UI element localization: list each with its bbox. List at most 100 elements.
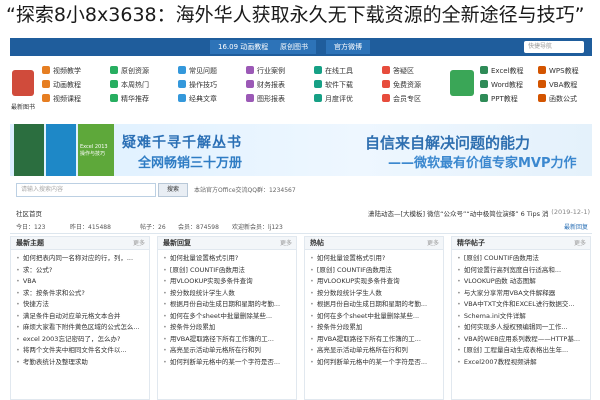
list-item[interactable]: 考勤表统计及整理求助 xyxy=(16,357,145,369)
list-item[interactable]: 满足条件自动对应单元格文本合并 xyxy=(16,311,145,323)
shirt-icon xyxy=(450,70,474,96)
list-item[interactable]: VBA中TXT文件和EXCEL进行数据交... xyxy=(457,299,586,311)
nav-group-4: 行业案例 财务报表 图形报表 xyxy=(246,64,285,106)
list-item[interactable]: [原创] 工程量自动生成表格出生年... xyxy=(457,345,586,357)
list-item[interactable]: 如何批量设置格式引用? xyxy=(310,253,439,265)
more-link[interactable]: 更多 xyxy=(280,237,292,250)
nav-link[interactable]: 本周热门 xyxy=(110,78,149,92)
search-input[interactable]: 请输入搜索内容 xyxy=(16,183,156,197)
nav-link[interactable]: 行业案例 xyxy=(246,64,285,78)
nav-group-8: WPS教程 VBA教程 函数公式 xyxy=(538,64,579,106)
stat-today: 今日：123 xyxy=(16,224,46,231)
list-item[interactable]: 如何判断单元格中的某一个字符是否... xyxy=(310,357,439,369)
list-item[interactable]: 求：按条件求和公式? xyxy=(16,288,145,300)
nav-link[interactable]: 会员专区 xyxy=(382,92,421,106)
quick-nav-dropdown[interactable]: 快捷导航 xyxy=(524,41,584,53)
list-item[interactable]: 如何把表内同一名称对应的行，列，... xyxy=(16,253,145,265)
column-latest-topics: 最新主题 更多 如何把表内同一名称对应的行，列，... 求：公式? VBA 求：按… xyxy=(10,236,150,400)
list-item[interactable]: Excel2007教程视频讲解 xyxy=(457,357,586,369)
nav-link[interactable]: 图形报表 xyxy=(246,92,285,106)
nav-link[interactable]: 原创资源 xyxy=(110,64,149,78)
list-item[interactable]: 将两个文件夹中相同文件名文件以... xyxy=(16,345,145,357)
nav-link[interactable]: 常见问题 xyxy=(178,64,217,78)
list-item[interactable]: 高亮显示活动单元格所在行和列 xyxy=(163,345,292,357)
nav-link[interactable]: Excel教程 xyxy=(480,64,524,78)
list-item[interactable]: 根据月份自动生成日期和星期的考勤... xyxy=(163,299,292,311)
more-link[interactable]: 更多 xyxy=(427,237,439,250)
column-title: 热帖 xyxy=(310,239,324,247)
nav-link[interactable]: 经典文章 xyxy=(178,92,217,106)
nav-link[interactable]: 动画教程 xyxy=(42,78,81,92)
banner-slogan-3: 自信来自解决问题的能力 xyxy=(365,134,531,152)
tab-original-books[interactable]: 原创图书 xyxy=(272,40,316,54)
list-item[interactable]: 按分数段统计学生人数 xyxy=(163,288,292,300)
nav-link[interactable]: PPT教程 xyxy=(480,92,524,106)
list-item[interactable]: 如何设置行高列宽度自行适高和... xyxy=(457,265,586,277)
list-item[interactable]: 用VBA提取路径下所有工作簿的工... xyxy=(163,334,292,346)
nav-group-6: 答疑区 免费资源 会员专区 xyxy=(382,64,421,106)
column-header: 最新回复 更多 xyxy=(158,237,296,250)
list-item[interactable]: 如何批量设置格式引用? xyxy=(163,253,292,265)
list-item[interactable]: 用VLOOKUP实现多条件查询 xyxy=(310,276,439,288)
nav-link[interactable]: 视频课程 xyxy=(42,92,81,106)
list-item[interactable]: VBA xyxy=(16,276,145,288)
tab-animation-tutorials[interactable]: 16.09 动画教程 xyxy=(210,40,277,54)
list-item[interactable]: 按分数段统计学生人数 xyxy=(310,288,439,300)
nav-group-1: 视频教学 动画教程 视频课程 xyxy=(42,64,81,106)
list-item[interactable]: VLOOKUP函数 动态图解 xyxy=(457,276,586,288)
nav-link[interactable]: 月度评优 xyxy=(314,92,353,106)
book-cover-1 xyxy=(14,124,44,176)
nav-link[interactable]: VBA教程 xyxy=(538,78,579,92)
nav-link[interactable]: 软件下载 xyxy=(314,78,353,92)
list-item[interactable]: [原创] COUNTIF函数用法 xyxy=(163,265,292,277)
nav-link[interactable]: 财务报表 xyxy=(246,78,285,92)
list-item[interactable]: 如何在多个sheet中批量删除某些... xyxy=(163,311,292,323)
breadcrumb-home[interactable]: 社区首页 xyxy=(16,208,42,218)
list-item[interactable]: 麻烦大家看下附件黄色区域的公式怎么... xyxy=(16,322,145,334)
column-featured-posts: 精华帖子 更多 [原创] COUNTIF函数用法 如何设置行高列宽度自行适高和..… xyxy=(451,236,591,400)
more-link[interactable]: 更多 xyxy=(133,237,145,250)
list-item[interactable]: [原创] COUNTIF函数用法 xyxy=(310,265,439,277)
list-item[interactable]: excel 2003忘记密码了，怎么办? xyxy=(16,334,145,346)
list-item[interactable]: 如何判断单元格中的某一个字符是否... xyxy=(163,357,292,369)
promo-banner[interactable]: Excel 2013 操作与技巧 疑难千寻千解丛书 全网畅销三十万册 自信来自解… xyxy=(10,124,592,176)
column-title: 精华帖子 xyxy=(457,239,485,247)
list-item[interactable]: 根据月份自动生成日期和星期的考勤... xyxy=(310,299,439,311)
list-item[interactable]: 如何实现多人授权预编辑同一工作... xyxy=(457,322,586,334)
search-button[interactable]: 搜索 xyxy=(158,183,188,197)
overlay-title: “探索8小8x3638：海外华人获取永久无下载资源的全新途径与技巧” xyxy=(6,4,585,26)
list-item[interactable]: 按条件分段累加 xyxy=(163,322,292,334)
column-latest-replies: 最新回复 更多 如何批量设置格式引用? [原创] COUNTIF函数用法 用VLO… xyxy=(157,236,297,400)
nav-link[interactable]: 操作技巧 xyxy=(178,78,217,92)
list-item[interactable]: Schema.ini文件详解 xyxy=(457,311,586,323)
nav-link[interactable]: 视频教学 xyxy=(42,64,81,78)
list-item[interactable]: 用VBA提取路径下所有工作簿的工... xyxy=(310,334,439,346)
nav-link[interactable]: 在线工具 xyxy=(314,64,353,78)
list-item[interactable]: 高亮显示活动单元格所在行和列 xyxy=(310,345,439,357)
list-item[interactable]: 与大家分享常用VBA文件解释器 xyxy=(457,288,586,300)
nav-link[interactable]: Word教程 xyxy=(480,78,524,92)
nav-group-5: 在线工具 软件下载 月度评优 xyxy=(314,64,353,106)
tab-official-weibo[interactable]: 官方微博 xyxy=(326,40,370,54)
list-item[interactable]: 如何在多个sheet中批量删除某些... xyxy=(310,311,439,323)
column-header: 精华帖子 更多 xyxy=(452,237,590,250)
nav-link[interactable]: 免费资源 xyxy=(382,78,421,92)
list-item[interactable]: [原创] COUNTIF函数用法 xyxy=(457,253,586,265)
nav-link[interactable]: 精华推荐 xyxy=(110,92,149,106)
book-cover-2 xyxy=(46,124,76,176)
list-item[interactable]: 快捷方法 xyxy=(16,299,145,311)
list-item[interactable]: 按条件分段累加 xyxy=(310,322,439,334)
list-item[interactable]: 求：公式? xyxy=(16,265,145,277)
latest-reply-link[interactable]: 最新回复 xyxy=(564,222,588,231)
forum-columns: 最新主题 更多 如何把表内同一名称对应的行，列，... 求：公式? VBA 求：按… xyxy=(10,236,592,400)
nav-link[interactable]: 函数公式 xyxy=(538,92,579,106)
list-item[interactable]: 用VLOOKUP实现多条件查询 xyxy=(163,276,292,288)
qq-group-note: 本站官方Office交流QQ群：1234567 xyxy=(194,187,296,194)
nav-link[interactable]: 答疑区 xyxy=(382,64,421,78)
more-link[interactable]: 更多 xyxy=(574,237,586,250)
nav-link[interactable]: WPS教程 xyxy=(538,64,579,78)
column-header: 最新主题 更多 xyxy=(11,237,149,250)
list-item[interactable]: VBA的WEB应用系列教程——HTTP基... xyxy=(457,334,586,346)
notice-text[interactable]: 潇陆动态—[大模板] 微信“公众号”“动中极简位演绎” 6 Tips 消费券 xyxy=(368,208,548,218)
column-header: 热帖 更多 xyxy=(305,237,443,250)
